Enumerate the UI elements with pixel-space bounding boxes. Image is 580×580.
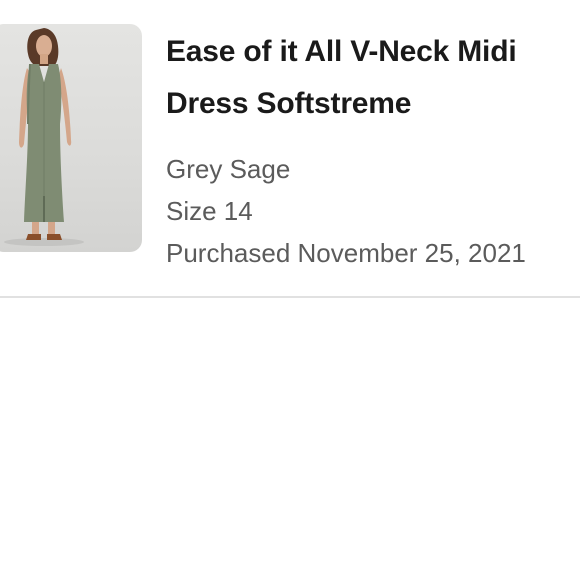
product-size: Size 14 [166,196,253,226]
product-title[interactable]: Ease of it All V-Neck Midi Dress Softstr… [166,26,580,130]
product-color: Grey Sage [166,154,291,184]
order-item-details: Ease of it All V-Neck Midi Dress Softstr… [166,26,580,274]
product-meta: Grey Sage Size 14 Purchased November 25,… [166,148,580,274]
divider [0,296,580,298]
order-item-card[interactable]: Ease of it All V-Neck Midi Dress Softstr… [0,0,580,298]
purchase-date: Purchased November 25, 2021 [166,238,526,268]
product-thumbnail[interactable] [0,24,142,252]
